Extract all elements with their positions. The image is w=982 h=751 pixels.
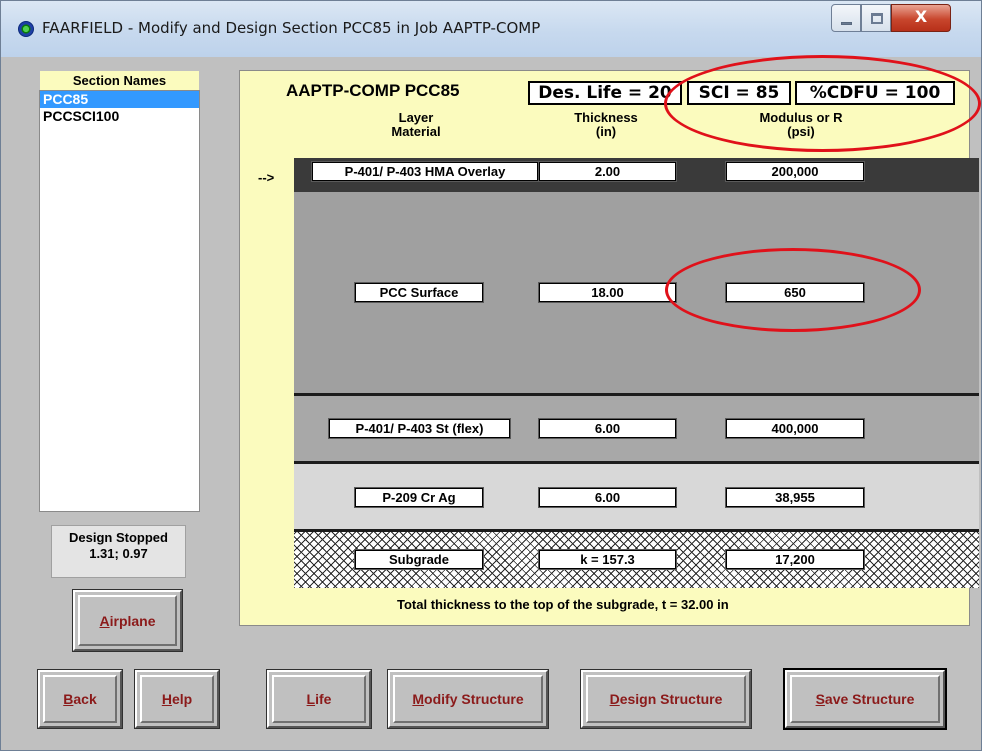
airplane-label: irplane bbox=[109, 612, 156, 629]
help-hotkey: H bbox=[161, 691, 172, 707]
close-button[interactable]: X bbox=[891, 4, 951, 32]
back-label: ack bbox=[73, 691, 97, 707]
window-title: FAARFIELD - Modify and Design Section PC… bbox=[42, 19, 541, 37]
layer3-material[interactable]: P-401/ P-403 St (flex) bbox=[328, 418, 511, 439]
job-section-title: AAPTP-COMP PCC85 bbox=[286, 81, 460, 100]
close-icon: X bbox=[914, 7, 928, 26]
layer3-modulus[interactable]: 400,000 bbox=[725, 418, 865, 439]
layer3-thickness[interactable]: 6.00 bbox=[538, 418, 677, 439]
back-hotkey: B bbox=[63, 691, 74, 707]
layer1-thickness[interactable]: 2.00 bbox=[538, 161, 677, 182]
col-layer-line1: Layer bbox=[398, 110, 434, 125]
layer5-modulus[interactable]: 17,200 bbox=[725, 549, 865, 570]
app-icon bbox=[18, 21, 34, 37]
status-line1: Design Stopped bbox=[69, 530, 168, 545]
help-button[interactable]: Help bbox=[134, 669, 220, 729]
airplane-button[interactable]: Airplane bbox=[72, 589, 183, 652]
life-label: ife bbox=[315, 691, 332, 707]
design-life-box: Des. Life = 20 bbox=[528, 81, 682, 105]
minimize-button[interactable] bbox=[831, 4, 861, 32]
save-hotkey: S bbox=[815, 691, 825, 707]
design-structure-button[interactable]: Design Structure bbox=[580, 669, 752, 729]
current-layer-arrow: --> bbox=[258, 170, 275, 185]
layer1-modulus[interactable]: 200,000 bbox=[725, 161, 865, 182]
design-status: Design Stopped 1.31; 0.97 bbox=[51, 525, 186, 578]
section-list[interactable]: PCC85 PCCSCI100 bbox=[39, 90, 200, 512]
col-layer-material: Layer Material bbox=[356, 111, 476, 139]
status-line2: 1.31; 0.97 bbox=[89, 546, 148, 561]
col-layer-line2: Material bbox=[391, 124, 441, 139]
layer2-thickness[interactable]: 18.00 bbox=[538, 282, 677, 303]
title-bar[interactable]: FAARFIELD - Modify and Design Section PC… bbox=[1, 1, 981, 57]
maximize-button[interactable] bbox=[861, 4, 891, 32]
airplane-hotkey: A bbox=[99, 612, 110, 629]
life-button[interactable]: Life bbox=[266, 669, 372, 729]
section-names-header: Section Names bbox=[40, 71, 199, 90]
layer2-material[interactable]: PCC Surface bbox=[354, 282, 484, 303]
modify-label: odify Structure bbox=[424, 691, 524, 707]
layer5-material[interactable]: Subgrade bbox=[354, 549, 484, 570]
col-thickness-line2: (in) bbox=[595, 124, 617, 139]
save-structure-button[interactable]: Save Structure bbox=[783, 668, 947, 730]
faarfield-window: FAARFIELD - Modify and Design Section PC… bbox=[0, 0, 982, 751]
layer1-material[interactable]: P-401/ P-403 HMA Overlay bbox=[311, 161, 539, 182]
section-item-pccsci100[interactable]: PCCSCI100 bbox=[40, 108, 199, 125]
layer5-thickness[interactable]: k = 157.3 bbox=[538, 549, 677, 570]
design-hotkey: D bbox=[609, 691, 620, 707]
annotation-ellipse-top bbox=[664, 55, 981, 152]
modify-structure-button[interactable]: Modify Structure bbox=[387, 669, 549, 729]
modify-hotkey: M bbox=[412, 691, 425, 707]
col-thickness-line1: Thickness bbox=[574, 110, 638, 125]
help-label: elp bbox=[171, 691, 193, 707]
col-thickness: Thickness (in) bbox=[546, 111, 666, 139]
save-label: ave Structure bbox=[824, 691, 915, 707]
total-thickness: Total thickness to the top of the subgra… bbox=[397, 597, 729, 612]
life-hotkey: L bbox=[306, 691, 316, 707]
section-item-pcc85[interactable]: PCC85 bbox=[40, 91, 199, 108]
layer4-modulus[interactable]: 38,955 bbox=[725, 487, 865, 508]
minimize-icon bbox=[841, 22, 852, 25]
back-button[interactable]: Back bbox=[37, 669, 123, 729]
annotation-ellipse-modulus bbox=[665, 248, 921, 332]
design-label: esign Structure bbox=[619, 691, 723, 707]
maximize-icon bbox=[871, 13, 883, 24]
layer4-thickness[interactable]: 6.00 bbox=[538, 487, 677, 508]
layer4-material[interactable]: P-209 Cr Ag bbox=[354, 487, 484, 508]
